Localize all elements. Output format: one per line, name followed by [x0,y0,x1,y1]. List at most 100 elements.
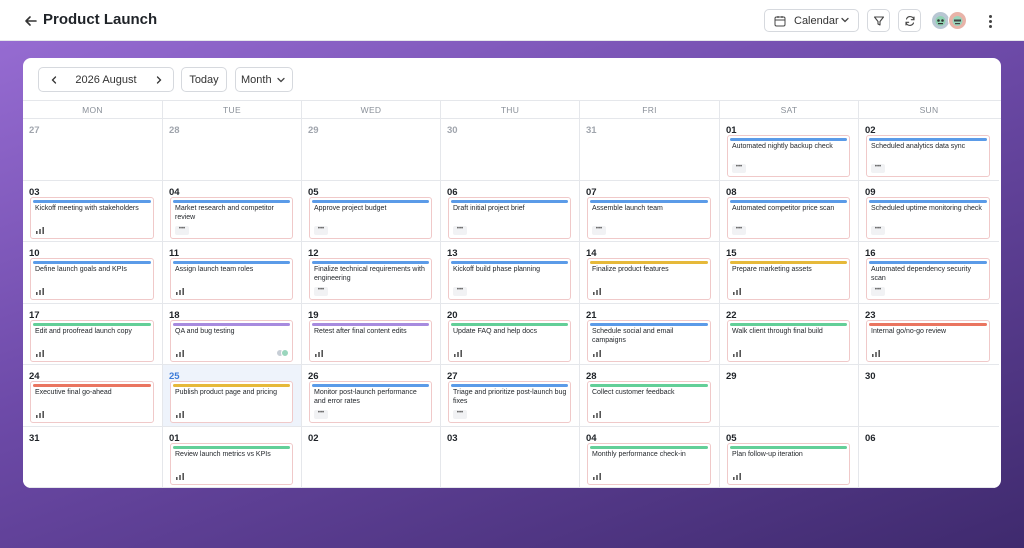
day-cell[interactable]: 23 Internal go/no-go review [859,303,999,365]
day-cell[interactable]: 02 [302,426,441,488]
event-card[interactable]: Kickoff meeting with stakeholders [30,196,154,239]
day-cell[interactable]: 05 Approve project budget ••• [302,180,441,242]
day-cell[interactable]: 13 Kickoff build phase planning ••• [441,242,580,304]
ellipsis-icon: ••• [871,225,885,235]
day-cell[interactable]: 28 Collect customer feedback [580,365,720,427]
bar-chart-icon [593,472,601,480]
ellipsis-icon: ••• [732,225,746,235]
event-title: Triage and prioritize post-launch bug fi… [453,389,567,405]
filter-button[interactable] [867,9,890,32]
day-cell[interactable]: 04 Monthly performance check-in [580,426,720,488]
event-title: Automated nightly backup check [732,143,833,150]
event-card[interactable]: Draft initial project brief ••• [448,196,571,239]
day-cell[interactable]: 25 Publish product page and pricing [163,365,302,427]
event-card[interactable]: Finalize technical requirements with eng… [309,258,432,300]
day-cell[interactable]: 15 Prepare marketing assets [720,242,859,304]
event-card[interactable]: Monitor post-launch performance and erro… [309,381,432,423]
day-cell[interactable]: 30 [441,119,580,181]
day-number: 09 [865,186,876,198]
event-card[interactable]: Finalize product features [587,258,711,300]
day-cell[interactable]: 16 Automated dependency security scan ••• [859,242,999,304]
event-card[interactable]: Update FAQ and help docs [448,319,571,362]
day-cell[interactable]: 19 Retest after final content edits [302,303,441,365]
day-cell[interactable]: 26 Monitor post-launch performance and er… [302,365,441,427]
day-cell[interactable]: 06 Draft initial project brief ••• [441,180,580,242]
day-cell[interactable]: 22 Walk client through final build [720,303,859,365]
bar-chart-icon [176,349,184,357]
event-card[interactable]: Scheduled uptime monitoring check ••• [866,196,990,239]
event-card[interactable]: Plan follow-up iteration [727,442,850,485]
day-cell[interactable]: 09 Scheduled uptime monitoring check ••• [859,180,999,242]
day-cell[interactable]: 27 Triage and prioritize post-launch bug … [441,365,580,427]
day-cell[interactable]: 31 [23,426,163,488]
day-number: 03 [447,432,458,444]
event-card[interactable]: Prepare marketing assets [727,258,850,300]
day-cell[interactable]: 04 Market research and competitor review •… [163,180,302,242]
day-cell[interactable]: 14 Finalize product features [580,242,720,304]
event-card[interactable]: Publish product page and pricing [170,381,293,423]
day-cell[interactable]: 05 Plan follow-up iteration [720,426,859,488]
day-cell[interactable]: 20 Update FAQ and help docs [441,303,580,365]
event-status-bar [312,384,429,387]
day-cell[interactable]: 08 Automated competitor price scan ••• [720,180,859,242]
day-cell[interactable]: 29 [302,119,441,181]
event-card[interactable]: Schedule social and email campaigns [587,319,711,362]
day-cell[interactable]: 28 [163,119,302,181]
day-cell[interactable]: 27 [23,119,163,181]
day-cell[interactable]: 03 Kickoff meeting with stakeholders [23,180,163,242]
event-card[interactable]: Review launch metrics vs KPIs [170,442,293,485]
day-cell[interactable]: 24 Executive final go-ahead [23,365,163,427]
weekday-header: WED [302,101,441,119]
event-status-bar [173,199,290,203]
event-card[interactable]: Automated dependency security scan ••• [866,258,990,300]
day-cell[interactable]: 18 QA and bug testing [163,303,302,365]
event-card[interactable]: Assemble launch team ••• [587,196,711,239]
event-card[interactable]: Define launch goals and KPIs [30,258,154,300]
refresh-button[interactable] [898,9,921,32]
today-button[interactable]: Today [181,67,227,92]
day-cell[interactable]: 02 Scheduled analytics data sync ••• [859,119,999,181]
event-card[interactable]: QA and bug testing [170,319,293,362]
day-cell[interactable]: 07 Assemble launch team ••• [580,180,720,242]
event-card[interactable]: Retest after final content edits [309,319,432,362]
event-card[interactable]: Internal go/no-go review [866,319,990,362]
scale-selector[interactable]: Month [235,67,293,92]
day-cell[interactable]: 21 Schedule social and email campaigns [580,303,720,365]
day-number: 21 [586,309,597,321]
more-options-icon[interactable] [984,12,996,30]
day-cell[interactable]: 10 Define launch goals and KPIs [23,242,163,304]
day-cell[interactable]: 17 Edit and proofread launch copy [23,303,163,365]
event-title: Edit and proofread launch copy [35,327,132,335]
event-card[interactable]: Scheduled analytics data sync ••• [866,135,990,177]
event-card[interactable]: Automated competitor price scan ••• [727,196,850,239]
back-arrow-icon[interactable] [22,12,40,30]
day-cell[interactable]: 31 [580,119,720,181]
day-cell[interactable]: 01 Automated nightly backup check ••• [720,119,859,181]
day-cell[interactable]: 01 Review launch metrics vs KPIs [163,426,302,488]
day-cell[interactable]: 11 Assign launch team roles [163,242,302,304]
event-card[interactable]: Triage and prioritize post-launch bug fi… [448,381,571,423]
day-cell[interactable]: 30 [859,365,999,427]
day-cell[interactable]: 03 [441,426,580,488]
event-status-bar [590,199,708,203]
avatar[interactable] [948,11,967,30]
event-card[interactable]: Market research and competitor review ••• [170,196,293,239]
event-card[interactable]: Collect customer feedback [587,381,711,423]
assignee-avatars [276,348,289,357]
event-card[interactable]: Executive final go-ahead [30,381,154,423]
day-cell[interactable]: 12 Finalize technical requirements with e… [302,242,441,304]
view-selector[interactable]: Calendar [764,9,859,32]
event-card[interactable]: Automated nightly backup check ••• [727,135,850,177]
event-card[interactable]: Assign launch team roles [170,258,293,300]
event-card[interactable]: Walk client through final build [727,319,850,362]
event-card[interactable]: Approve project budget ••• [309,196,432,239]
day-cell[interactable]: 06 [859,426,999,488]
day-number: 19 [308,309,319,321]
day-cell[interactable]: 29 [720,365,859,427]
event-card[interactable]: Edit and proofread launch copy [30,319,154,362]
next-month-button[interactable] [150,71,167,88]
weekday-header: SAT [720,101,859,119]
event-title: Collect customer feedback [592,389,675,396]
event-card[interactable]: Kickoff build phase planning ••• [448,258,571,300]
event-card[interactable]: Monthly performance check-in [587,442,711,485]
